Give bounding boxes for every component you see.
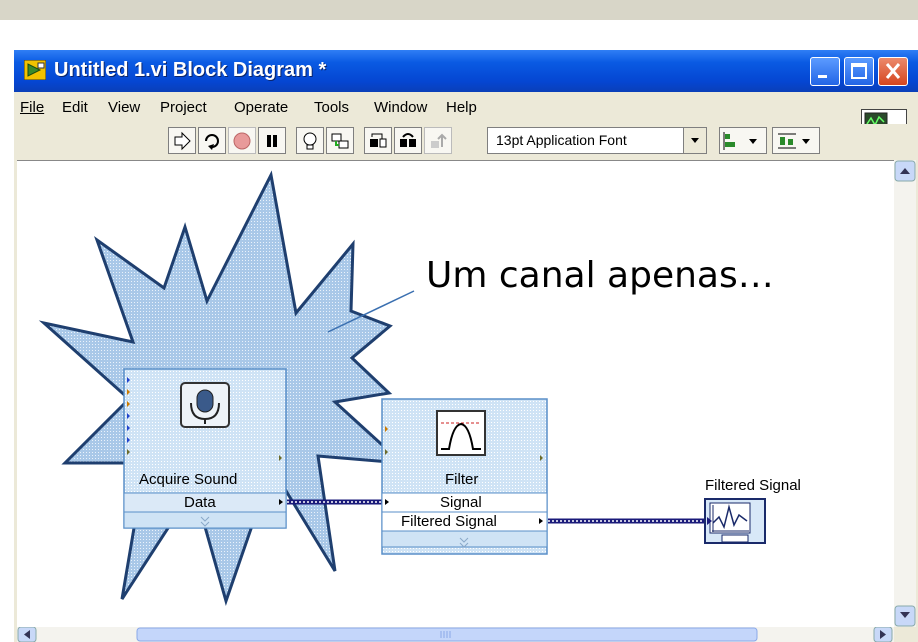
close-button[interactable] bbox=[878, 57, 908, 86]
pause-icon bbox=[267, 135, 277, 147]
step-over-button[interactable] bbox=[394, 127, 422, 154]
abort-button[interactable] bbox=[228, 127, 256, 154]
block-diagram-window: Untitled 1.vi Block Diagram * File Edit … bbox=[14, 50, 918, 642]
acquire-sound-title: Acquire Sound bbox=[139, 471, 238, 488]
run-continuously-button[interactable] bbox=[198, 127, 226, 154]
step-over-icon bbox=[400, 133, 416, 147]
horizontal-scrollbar-graphic bbox=[17, 626, 893, 642]
title-bar[interactable]: Untitled 1.vi Block Diagram * bbox=[14, 50, 918, 92]
block-diagram-canvas[interactable]: Acquire Sound Data Filter Signal Filtere… bbox=[17, 160, 894, 628]
menu-bar: File Edit View Project Operate Tools Win… bbox=[14, 92, 918, 124]
retain-wire-values-icon bbox=[331, 133, 349, 149]
menu-project[interactable]: Project bbox=[160, 99, 207, 116]
step-out-icon bbox=[431, 133, 447, 148]
slide-top-band bbox=[0, 0, 918, 20]
vertical-scrollbar[interactable] bbox=[894, 160, 916, 627]
graph-label: Filtered Signal bbox=[705, 477, 801, 494]
maximize-icon bbox=[851, 63, 867, 79]
run-continuously-icon bbox=[205, 134, 219, 150]
pause-button[interactable] bbox=[258, 127, 286, 154]
labview-vi-icon bbox=[24, 60, 46, 80]
filter-filtered-signal-terminal[interactable]: Filtered Signal bbox=[401, 513, 497, 530]
distribute-objects-button[interactable] bbox=[772, 127, 820, 154]
retain-wire-values-button[interactable] bbox=[326, 127, 354, 154]
minimize-button[interactable] bbox=[810, 57, 840, 86]
waveform-graph-terminal[interactable] bbox=[704, 498, 766, 544]
step-out-button[interactable] bbox=[424, 127, 452, 154]
diagram-drawing bbox=[38, 170, 766, 607]
font-select[interactable]: 13pt Application Font bbox=[487, 127, 707, 154]
filter-signal-terminal[interactable]: Signal bbox=[440, 494, 482, 511]
bandpass-filter-icon bbox=[436, 410, 486, 456]
menu-view[interactable]: View bbox=[108, 99, 140, 116]
vertical-scrollbar-graphic bbox=[894, 160, 916, 627]
minimize-icon bbox=[818, 75, 827, 78]
align-objects-icon bbox=[723, 132, 757, 150]
run-arrow-icon bbox=[174, 131, 191, 151]
align-objects-button[interactable] bbox=[719, 127, 767, 154]
acquire-data-terminal[interactable]: Data bbox=[184, 494, 216, 511]
menu-operate[interactable]: Operate bbox=[234, 99, 288, 116]
horizontal-scrollbar[interactable] bbox=[17, 626, 894, 642]
chevron-down-icon bbox=[691, 138, 699, 143]
highlight-execution-icon bbox=[303, 132, 317, 150]
window-title: Untitled 1.vi Block Diagram * bbox=[54, 59, 327, 81]
font-select-value: 13pt Application Font bbox=[496, 132, 627, 148]
run-button[interactable] bbox=[168, 127, 196, 154]
distribute-objects-icon bbox=[778, 133, 810, 149]
menu-help[interactable]: Help bbox=[446, 99, 477, 116]
annotation-text: Um canal apenas… bbox=[426, 255, 774, 296]
abort-icon bbox=[233, 132, 251, 150]
menu-window[interactable]: Window bbox=[374, 99, 427, 116]
step-into-icon bbox=[370, 133, 387, 148]
highlight-execution-button[interactable] bbox=[296, 127, 324, 154]
filter-title: Filter bbox=[445, 471, 479, 488]
microphone-icon bbox=[180, 382, 230, 428]
maximize-button[interactable] bbox=[844, 57, 874, 86]
menu-edit[interactable]: Edit bbox=[62, 99, 88, 116]
menu-file[interactable]: File bbox=[20, 99, 44, 116]
font-select-dropdown[interactable] bbox=[683, 128, 706, 153]
close-icon bbox=[885, 63, 901, 79]
toolbar: 13pt Application Font bbox=[14, 124, 918, 158]
step-into-button[interactable] bbox=[364, 127, 392, 154]
menu-tools[interactable]: Tools bbox=[314, 99, 349, 116]
